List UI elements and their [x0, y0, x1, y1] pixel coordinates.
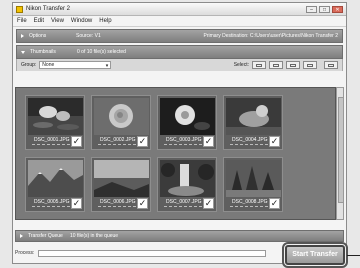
photo-ocean: [94, 160, 149, 197]
select-label: Select:: [233, 62, 249, 68]
file-name: DSC_0007.JPG: [166, 199, 202, 205]
callout-line: [347, 255, 360, 256]
select-all-icon[interactable]: [252, 61, 266, 69]
chevron-down-icon: ▾: [105, 63, 109, 69]
photo-rose: [94, 98, 149, 135]
thumbnail-card[interactable]: DSC_0004.JPG ✓: [223, 95, 283, 150]
file-name: DSC_0001.JPG: [34, 137, 70, 143]
photo-waterfall: [160, 160, 215, 197]
thumbnail-checkbox[interactable]: ✓: [203, 136, 214, 147]
thumbnail-checkbox[interactable]: ✓: [269, 136, 280, 147]
thumbnails-bar[interactable]: Thumbnails 0 of 10 file(s) selected: [16, 45, 343, 59]
group-select[interactable]: None ▾: [39, 61, 112, 69]
thumbnail-checkbox[interactable]: ✓: [71, 198, 82, 209]
title-bar[interactable]: Nikon Transfer 2 – □ ✕: [13, 3, 346, 16]
thumbnail-grid: DSC_0001.JPG ✓ DSC_0002.JPG ✓ DSC_0003.J…: [15, 87, 336, 220]
thumbnail-card[interactable]: DSC_0002.JPG ✓: [91, 95, 151, 150]
start-transfer-button[interactable]: Start Transfer: [285, 245, 345, 265]
thumbnail-checkbox[interactable]: ✓: [137, 198, 148, 209]
thumbnail-checkbox[interactable]: ✓: [137, 136, 148, 147]
selected-count: 0 of 10 file(s) selected: [77, 49, 126, 55]
window-controls: – □ ✕: [306, 5, 343, 13]
rating-dots: [164, 206, 202, 210]
photo-forest: [226, 160, 281, 197]
photo-flower: [160, 98, 215, 135]
queue-count: 10 file(s) in the queue: [70, 233, 119, 239]
menu-edit[interactable]: Edit: [34, 18, 44, 24]
options-label: Options: [29, 33, 47, 39]
vertical-scrollbar[interactable]: [336, 87, 344, 220]
file-name: DSC_0006.JPG: [100, 199, 136, 205]
rating-dots: [230, 206, 268, 210]
rating-dots: [32, 144, 70, 148]
thumbnail-toolbar: Group: None ▾ Select:: [16, 59, 343, 71]
group-value: None: [42, 62, 55, 68]
menu-file[interactable]: File: [17, 18, 27, 24]
maximize-icon[interactable]: □: [319, 5, 330, 13]
rating-dots: [164, 144, 202, 148]
photo-mountains: [28, 160, 83, 197]
options-bar[interactable]: Options Source: V1 Primary Destination: …: [16, 29, 343, 43]
close-icon[interactable]: ✕: [332, 5, 343, 13]
progress-bar: [38, 249, 267, 257]
thumbnail-card[interactable]: DSC_0003.JPG ✓: [157, 95, 217, 150]
photo-water-lilies: [28, 98, 83, 135]
menu-help[interactable]: Help: [99, 18, 111, 24]
group-label: Group:: [21, 62, 37, 68]
thumbnail-card[interactable]: DSC_0001.JPG ✓: [25, 95, 85, 150]
thumbnail-card[interactable]: DSC_0008.JPG ✓: [223, 157, 283, 212]
file-name: DSC_0004.JPG: [232, 137, 268, 143]
expand-triangle-icon[interactable]: [21, 34, 24, 38]
rating-dots: [230, 144, 268, 148]
source-text: Source: V1: [76, 33, 101, 39]
expand-triangle-icon[interactable]: [20, 234, 23, 238]
transfer-queue-bar[interactable]: Transfer Queue 10 file(s) in the queue: [15, 230, 344, 242]
view-toggle-icon[interactable]: [324, 61, 338, 69]
file-name: DSC_0003.JPG: [166, 137, 202, 143]
thumbnail-card[interactable]: DSC_0005.JPG ✓: [25, 157, 85, 212]
collapse-triangle-icon[interactable]: [21, 50, 25, 54]
select-tools: Select:: [234, 61, 338, 69]
menu-view[interactable]: View: [51, 18, 64, 24]
photo-duck: [226, 98, 281, 135]
menu-window[interactable]: Window: [71, 18, 92, 24]
process-row: Process:: [15, 246, 285, 260]
file-name: DSC_0005.JPG: [34, 199, 70, 205]
thumbnail-checkbox[interactable]: ✓: [203, 198, 214, 209]
scrollbar-thumb[interactable]: [338, 97, 344, 203]
file-name: DSC_0008.JPG: [232, 199, 268, 205]
destination-text: Primary Destination: C:\Users\user\Pictu…: [203, 33, 339, 39]
select-protected-icon[interactable]: [286, 61, 300, 69]
thumbnail-card[interactable]: DSC_0006.JPG ✓: [91, 157, 151, 212]
select-new-icon[interactable]: [269, 61, 283, 69]
thumbnail-card[interactable]: DSC_0007.JPG ✓: [157, 157, 217, 212]
rating-dots: [98, 144, 136, 148]
thumbnail-checkbox[interactable]: ✓: [269, 198, 280, 209]
deselect-all-icon[interactable]: [303, 61, 317, 69]
thumbnail-checkbox[interactable]: ✓: [71, 136, 82, 147]
thumbnails-label: Thumbnails: [30, 49, 56, 55]
app-logo-icon: [16, 5, 23, 13]
rating-dots: [98, 206, 136, 210]
menu-bar: File Edit View Window Help: [13, 16, 346, 27]
queue-label: Transfer Queue: [28, 233, 63, 239]
rating-dots: [32, 206, 70, 210]
window-title: Nikon Transfer 2: [26, 6, 71, 12]
minimize-icon[interactable]: –: [306, 5, 317, 13]
file-name: DSC_0002.JPG: [100, 137, 136, 143]
process-label: Process:: [15, 250, 35, 256]
